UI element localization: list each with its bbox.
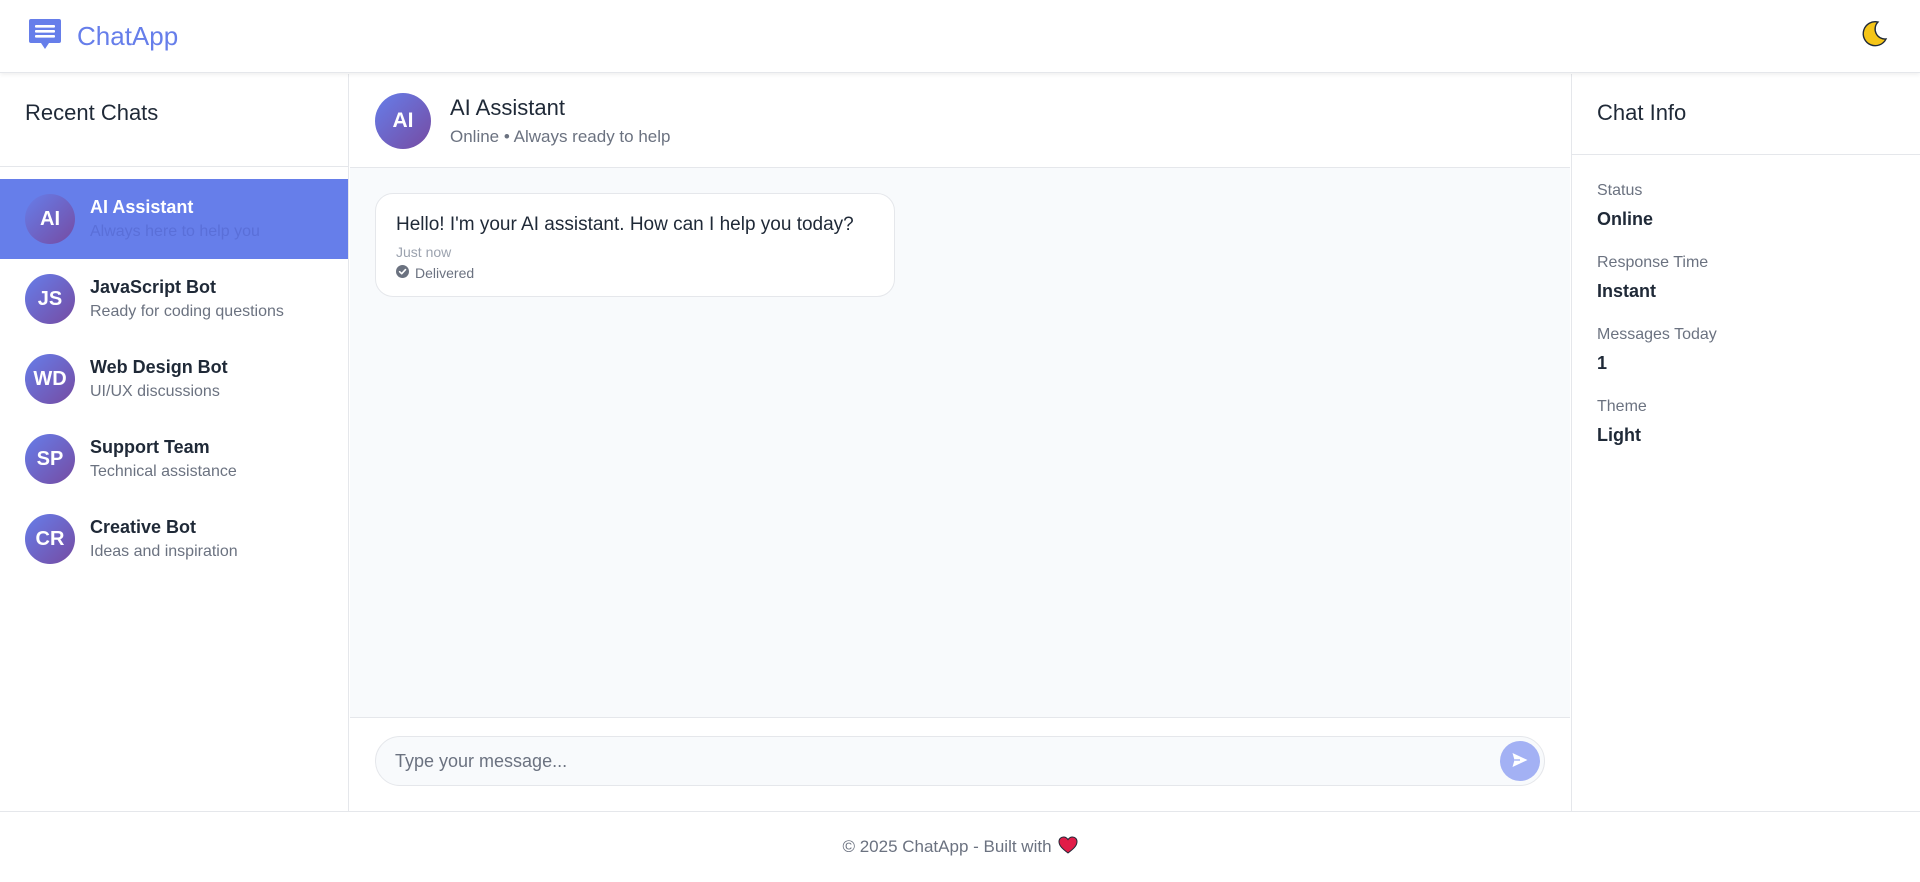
chat-item-creative-bot[interactable]: CR Creative Bot Ideas and inspiration	[0, 499, 348, 579]
chat-info-body: Status Online Response Time Instant Mess…	[1572, 155, 1920, 497]
chat-info-title: Chat Info	[1597, 100, 1687, 125]
info-value: Light	[1597, 425, 1641, 445]
message-time: Just now	[396, 243, 452, 260]
info-value: 1	[1597, 353, 1608, 373]
app-header: ChatApp	[0, 0, 1920, 73]
avatar: AI	[375, 92, 431, 149]
chat-item-name: AI Assistant	[90, 197, 194, 217]
chat-main: AI AI Assistant Online • Always ready to…	[350, 74, 1570, 811]
info-label: Messages Today	[1597, 326, 1717, 343]
chat-item-meta: JavaScript Bot Ready for coding question…	[90, 277, 284, 321]
chat-item-name: JavaScript Bot	[90, 277, 217, 297]
brand[interactable]: ChatApp	[27, 16, 178, 57]
sidebar: Recent Chats AI AI Assistant Always here…	[0, 74, 349, 811]
message-input[interactable]	[395, 750, 1500, 772]
chat-item-ai-assistant[interactable]: AI AI Assistant Always here to help you	[0, 179, 348, 259]
chat-list: AI AI Assistant Always here to help you …	[0, 167, 348, 579]
info-row-messages-today: Messages Today 1	[1597, 326, 1895, 374]
moon-icon	[1859, 19, 1889, 54]
chat-item-name: Support Team	[90, 437, 210, 457]
brand-name: ChatApp	[77, 20, 179, 51]
chat-status: Online • Always ready to help	[450, 126, 671, 146]
info-row-status: Status Online	[1597, 182, 1895, 230]
message-status-label: Delivered	[415, 264, 475, 281]
avatar: WD	[25, 354, 75, 404]
chat-title: AI Assistant	[450, 94, 565, 120]
info-label: Theme	[1597, 398, 1647, 415]
message-status: Delivered	[396, 264, 874, 281]
avatar: SP	[25, 434, 75, 484]
chat-item-subtitle: UI/UX discussions	[90, 383, 220, 400]
info-row-theme: Theme Light	[1597, 398, 1895, 446]
message-list: Hello! I'm your AI assistant. How can I …	[350, 168, 1570, 716]
chat-item-support-team[interactable]: SP Support Team Technical assistance	[0, 419, 348, 499]
chat-item-subtitle: Ready for coding questions	[90, 303, 284, 320]
avatar: AI	[25, 194, 75, 244]
chat-item-meta: AI Assistant Always here to help you	[90, 197, 260, 241]
theme-toggle-button[interactable]	[1854, 16, 1894, 56]
chat-item-meta: Support Team Technical assistance	[90, 437, 237, 481]
message-composer	[350, 717, 1570, 811]
info-label: Response Time	[1597, 254, 1709, 271]
info-value: Online	[1597, 209, 1654, 229]
check-circle-icon	[396, 264, 409, 281]
sidebar-title: Recent Chats	[25, 100, 159, 125]
chat-item-subtitle: Ideas and inspiration	[90, 543, 238, 560]
message-bubble: Hello! I'm your AI assistant. How can I …	[375, 193, 895, 297]
footer-text: © 2025 ChatApp - Built with	[842, 837, 1052, 856]
chat-bubble-icon	[27, 16, 63, 57]
avatar: JS	[25, 274, 75, 324]
chat-info-header: Chat Info	[1572, 74, 1920, 155]
chat-header: AI AI Assistant Online • Always ready to…	[350, 74, 1570, 168]
message-text: Hello! I'm your AI assistant. How can I …	[396, 214, 854, 235]
chat-header-text: AI Assistant Online • Always ready to he…	[450, 95, 670, 147]
avatar: CR	[25, 514, 75, 564]
info-row-response-time: Response Time Instant	[1597, 254, 1895, 302]
message-input-wrapper	[375, 736, 1545, 786]
send-icon	[1511, 751, 1529, 772]
chat-item-subtitle: Technical assistance	[90, 463, 237, 480]
chat-item-subtitle: Always here to help you	[90, 223, 260, 240]
chat-item-meta: Creative Bot Ideas and inspiration	[90, 517, 238, 561]
sidebar-header: Recent Chats	[0, 74, 348, 167]
app-footer: © 2025 ChatApp - Built with	[0, 811, 1920, 882]
send-button[interactable]	[1500, 741, 1540, 781]
chat-item-meta: Web Design Bot UI/UX discussions	[90, 357, 228, 401]
chat-info-panel: Chat Info Status Online Response Time In…	[1571, 74, 1920, 811]
chat-item-web-design-bot[interactable]: WD Web Design Bot UI/UX discussions	[0, 339, 348, 419]
chat-item-javascript-bot[interactable]: JS JavaScript Bot Ready for coding quest…	[0, 259, 348, 339]
chat-item-name: Creative Bot	[90, 517, 197, 537]
info-value: Instant	[1597, 281, 1657, 301]
info-label: Status	[1597, 182, 1643, 199]
chat-item-name: Web Design Bot	[90, 357, 228, 377]
heart-icon	[1058, 835, 1078, 859]
